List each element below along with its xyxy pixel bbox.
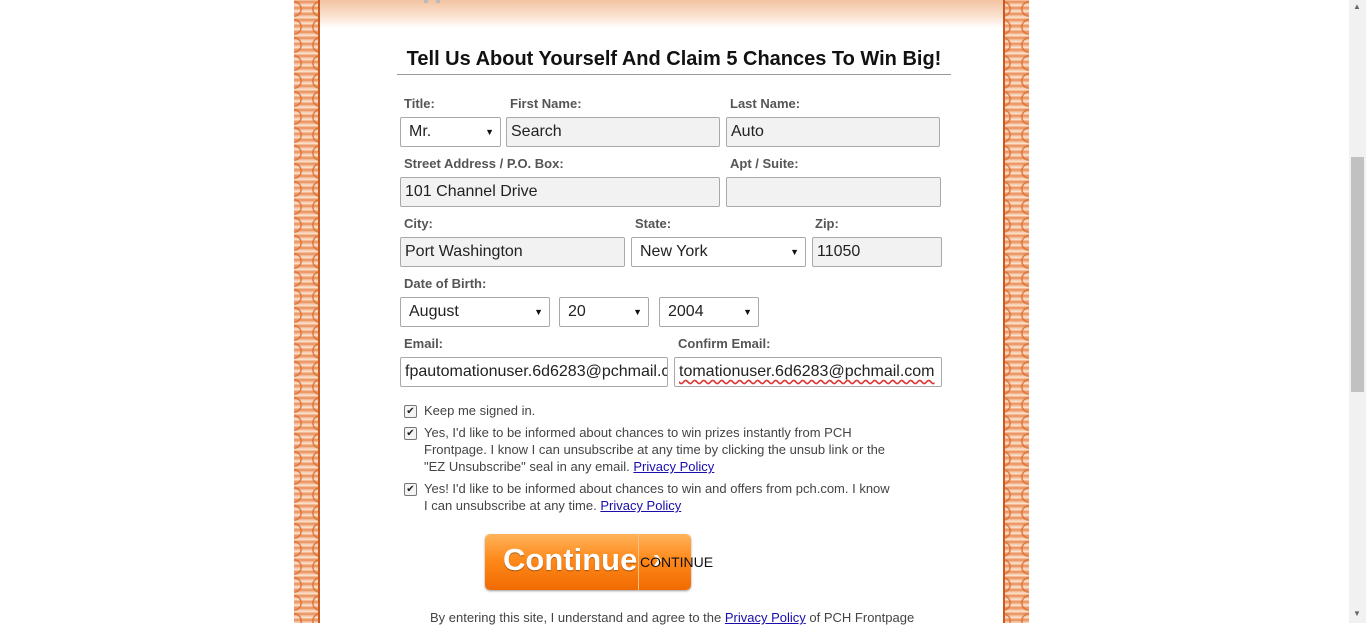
state-select-value: New York [640, 243, 708, 260]
dob-day-select[interactable]: 20 ▼ [559, 297, 649, 327]
certificate-border-right [1003, 0, 1029, 623]
state-label: State: [635, 216, 672, 231]
certificate-top-band: ●● [320, 0, 1003, 28]
email-input[interactable]: fpautomationuser.6d6283@pchmail.c [400, 357, 668, 387]
first-name-input[interactable]: Search [506, 117, 720, 147]
frontpage-optin-checkbox[interactable]: ✔ [404, 427, 417, 440]
keep-signed-in-checkbox[interactable]: ✔ [404, 405, 417, 418]
form-heading: Tell Us About Yourself And Claim 5 Chanc… [397, 46, 951, 75]
state-select[interactable]: New York ▼ [631, 237, 806, 267]
keep-signed-in-text: Keep me signed in. [424, 403, 536, 418]
scroll-up-icon[interactable]: ▲ [1353, 2, 1361, 11]
scrollbar-thumb[interactable] [1351, 157, 1364, 392]
certificate-border-left [294, 0, 320, 623]
page-scrollbar[interactable]: ▲ ▼ [1349, 0, 1366, 623]
button-divider [638, 534, 639, 590]
pch-optin-checkbox[interactable]: ✔ [404, 483, 417, 496]
pch-optin-row: ✔ Yes! I'd like to be informed about cha… [404, 480, 904, 516]
chevron-down-icon: ▼ [790, 247, 799, 257]
certificate-panel: ●● Tell Us About Yourself And Claim 5 Ch… [320, 0, 1003, 625]
dob-month-value: August [409, 303, 459, 320]
title-select[interactable]: Mr. ▼ [400, 117, 501, 147]
apt-suite-input[interactable] [726, 177, 941, 207]
pch-optin-text: Yes! I'd like to be informed about chanc… [424, 480, 894, 514]
chevron-down-icon: ▼ [633, 307, 642, 317]
confirm-email-input[interactable]: tomationuser.6d6283@pchmail.com [674, 357, 942, 387]
decorative-dots: ●● [423, 0, 448, 7]
dob-label: Date of Birth: [404, 276, 487, 291]
title-label: Title: [404, 96, 435, 111]
chevron-down-icon: ▼ [485, 127, 494, 137]
last-name-label: Last Name: [730, 96, 801, 111]
last-name-input[interactable]: Auto [726, 117, 940, 147]
confirm-email-value: tomationuser.6d6283@pchmail.com [679, 363, 935, 380]
privacy-policy-link[interactable]: Privacy Policy [600, 498, 681, 513]
street-label: Street Address / P.O. Box: [404, 156, 564, 171]
email-label: Email: [404, 336, 444, 351]
dob-year-select[interactable]: 2004 ▼ [659, 297, 759, 327]
scroll-down-icon[interactable]: ▼ [1353, 609, 1361, 618]
chevron-down-icon: ▼ [534, 307, 543, 317]
continue-alt-text: CONTINUE [640, 554, 714, 570]
frontpage-optin-text: Yes, I'd like to be informed about chanc… [424, 424, 894, 475]
chevron-down-icon: ▼ [743, 307, 752, 317]
frontpage-optin-row: ✔ Yes, I'd like to be informed about cha… [404, 424, 904, 476]
keep-signed-in-row: ✔ Keep me signed in. [404, 402, 904, 420]
dob-month-select[interactable]: August ▼ [400, 297, 550, 327]
street-address-input[interactable]: 101 Channel Drive [400, 177, 720, 207]
first-name-label: First Name: [510, 96, 582, 111]
city-input[interactable]: Port Washington [400, 237, 625, 267]
zip-input[interactable]: 11050 [812, 237, 942, 267]
dob-year-value: 2004 [668, 303, 704, 320]
city-label: City: [404, 216, 433, 231]
zip-label: Zip: [815, 216, 839, 231]
privacy-policy-link[interactable]: Privacy Policy [633, 459, 714, 474]
continue-button-label: Continue [503, 542, 638, 577]
title-select-value: Mr. [409, 123, 432, 140]
confirm-email-label: Confirm Email: [678, 336, 771, 351]
apt-label: Apt / Suite: [730, 156, 799, 171]
dob-day-value: 20 [568, 303, 586, 320]
